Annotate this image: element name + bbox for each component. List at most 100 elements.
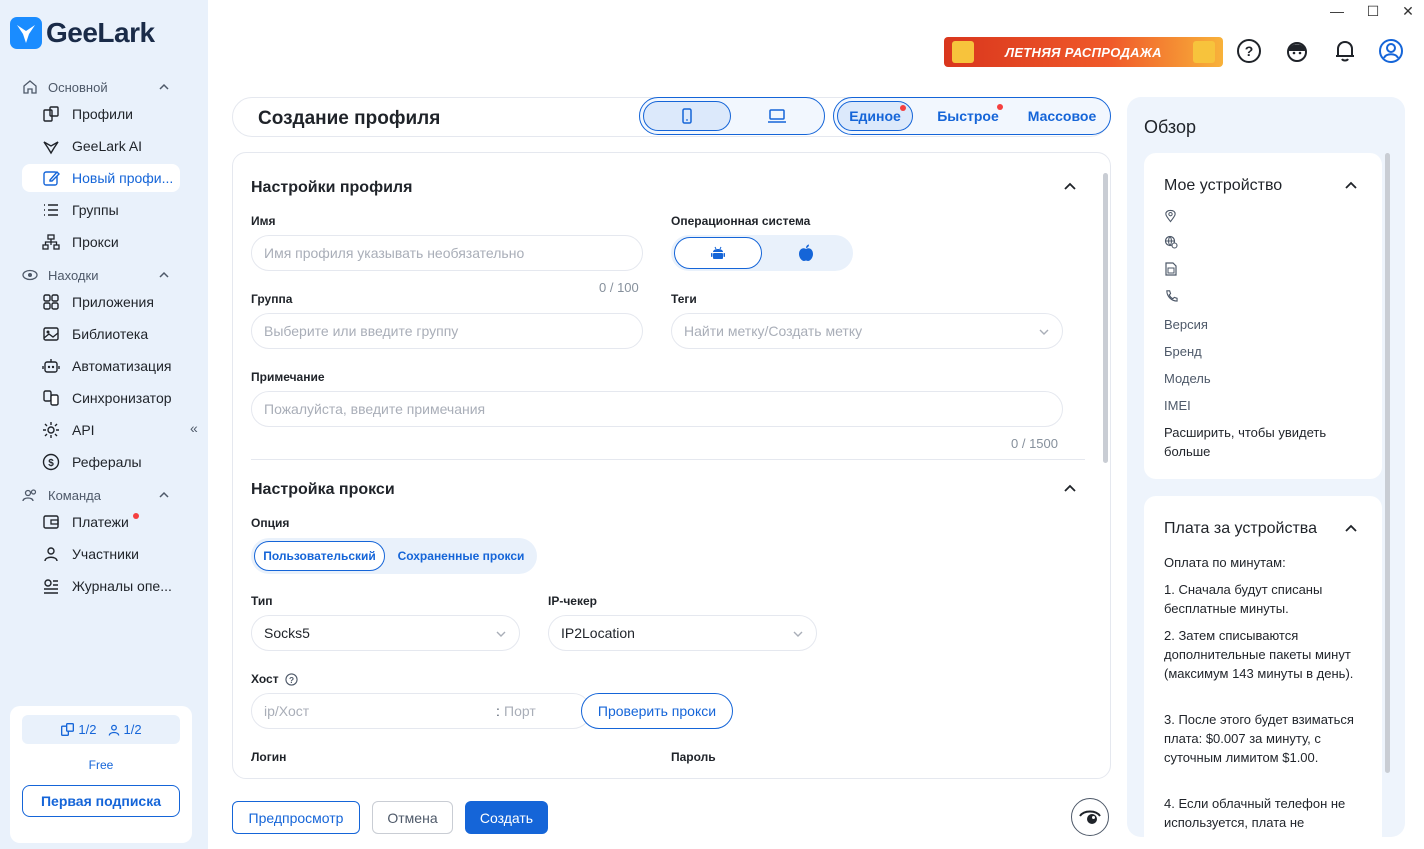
proxy-custom-option[interactable]: Пользовательский [254,541,385,571]
section-label: Находки [48,267,99,283]
proxy-saved-option[interactable]: Сохраненные прокси [389,541,533,571]
mode-quick-option[interactable]: Быстрое [930,101,1006,131]
expand-hint: Расширить, чтобы увидеть больше [1164,425,1327,459]
sidebar-item-label: Прокси [72,234,119,250]
proxy-option-toggle: Пользовательский Сохраненные прокси [251,538,537,574]
sidebar-item-label: Синхронизатор [72,390,172,406]
chevron-up-icon[interactable] [1344,522,1358,536]
edit-icon [43,170,60,186]
sidebar-item-profiles[interactable]: Профили [22,100,180,128]
profile-settings-title: Настройки профиля [251,179,413,196]
plan-card: 1/2 1/2 Free Первая подписка [10,706,192,843]
bell-icon[interactable] [1332,38,1358,64]
sidebar-item-geelark-ai[interactable]: GeeLark AI [22,132,180,160]
create-button[interactable]: Создать [465,801,548,834]
mode-bulk-option[interactable]: Массовое [1020,101,1104,131]
os-ios-option[interactable] [762,237,850,269]
device-field-imei: IMEI [1164,398,1191,413]
name-counter: 0 / 100 [599,280,639,295]
chevron-up-icon[interactable] [1344,179,1358,193]
user-icon [44,547,58,562]
sidebar-item-referrals[interactable]: $ Рефералы [22,448,180,476]
proxy-type-select[interactable]: Socks5 [251,615,520,651]
preview-button[interactable]: Предпросмотр [232,801,360,834]
billing-heading: Оплата по минутам: [1164,555,1286,570]
minimize-button[interactable]: — [1319,0,1355,22]
first-subscription-button[interactable]: Первая подписка [22,785,180,817]
sidebar-item-api[interactable]: API [22,416,180,444]
log-icon [44,579,58,594]
plan-name: Free [88,758,114,772]
sidebar-item-logs[interactable]: Журналы опе... [22,572,180,600]
placeholder: Выберите или введите группу [264,323,459,339]
mode-label: Единое [849,108,901,124]
location-icon [1165,209,1176,223]
account-icon[interactable] [1378,38,1404,64]
device-desktop-option[interactable] [733,101,821,131]
sidebar-item-label: API [72,422,95,438]
note-input[interactable]: Пожалуйста, введите примечания [251,391,1063,427]
os-toggle [671,235,853,271]
billing-title: Плата за устройства [1164,520,1317,537]
sidebar-item-groups[interactable]: Группы [22,196,180,224]
create-profile-form: Настройки профиля Имя Имя профиля указыв… [232,152,1111,779]
mode-single-option[interactable]: Единое [837,101,913,131]
ip-checker-label: IP-чекер [548,594,597,608]
tags-select[interactable]: Найти метку/Создать метку [671,313,1063,349]
list-icon [44,204,58,216]
section-main[interactable]: Основной [22,79,172,95]
sidebar-item-library[interactable]: Библиотека [22,320,180,348]
section-discover[interactable]: Находки [22,267,172,283]
overview-scrollbar[interactable] [1385,153,1390,773]
overview-panel: Обзор Мое устройство Версия Бренд Модель… [1127,97,1405,837]
chevron-up-icon [159,491,169,498]
sidebar-item-members[interactable]: Участники [22,540,180,568]
sidebar-item-payments[interactable]: Платежи [22,508,180,536]
os-android-option[interactable] [674,237,762,269]
sidebar-item-apps[interactable]: Приложения [22,288,180,316]
device-field-model: Модель [1164,371,1211,386]
device-phone-option[interactable] [643,101,731,131]
section-team[interactable]: Команда [22,487,172,503]
form-scrollbar[interactable] [1103,173,1108,463]
gift-icon [952,41,974,63]
section-label: Основной [48,79,108,95]
phone-icon [682,108,692,124]
support-icon[interactable] [1284,38,1310,64]
port-separator: : [496,703,500,719]
apps-icon [43,294,59,310]
mode-label: Быстрое [937,108,999,124]
summer-sale-banner[interactable]: ЛЕТНЯЯ РАСПРОДАЖА [944,37,1223,67]
my-device-card: Мое устройство Версия Бренд Модель IMEI … [1144,153,1382,479]
profile-name-input[interactable]: Имя профиля указывать необязательно [251,235,643,271]
device-field-version: Версия [1164,317,1208,332]
chevron-up-icon[interactable] [1063,180,1077,194]
svg-text:?: ? [1245,43,1254,59]
collapse-sidebar-button[interactable]: « [190,420,198,436]
chevron-up-icon[interactable] [1063,482,1077,496]
globe-icon [1164,235,1178,249]
sidebar-item-new-profile[interactable]: Новый профи... [22,164,180,192]
host-port-input[interactable]: ip/Хост : Порт [251,693,591,729]
placeholder: Найти метку/Создать метку [684,323,863,339]
sidebar: GeeLark Основной Профили GeeLark AI Новы… [0,0,208,849]
name-label: Имя [251,214,276,228]
chevron-up-icon [159,83,169,90]
check-proxy-button[interactable]: Проверить прокси [581,693,733,729]
cancel-button[interactable]: Отмена [372,801,453,834]
promo-label: ЛЕТНЯЯ РАСПРОДАЖА [1005,44,1162,60]
group-input[interactable]: Выберите или введите группу [251,313,643,349]
preview-toggle-button[interactable] [1071,798,1109,836]
device-type-toggle [639,97,825,135]
sync-icon [43,390,59,406]
close-button[interactable]: ✕ [1390,0,1424,22]
sidebar-item-automation[interactable]: Автоматизация [22,352,180,380]
help-icon[interactable]: ? [1236,38,1262,64]
sidebar-item-proxy[interactable]: Прокси [22,228,180,256]
geelark-logo-icon [10,17,42,49]
maximize-button[interactable]: ☐ [1355,0,1391,22]
android-icon [711,246,725,259]
info-icon[interactable]: ? [284,672,298,686]
ip-checker-select[interactable]: IP2Location [548,615,817,651]
sidebar-item-synchronizer[interactable]: Синхронизатор [22,384,180,412]
